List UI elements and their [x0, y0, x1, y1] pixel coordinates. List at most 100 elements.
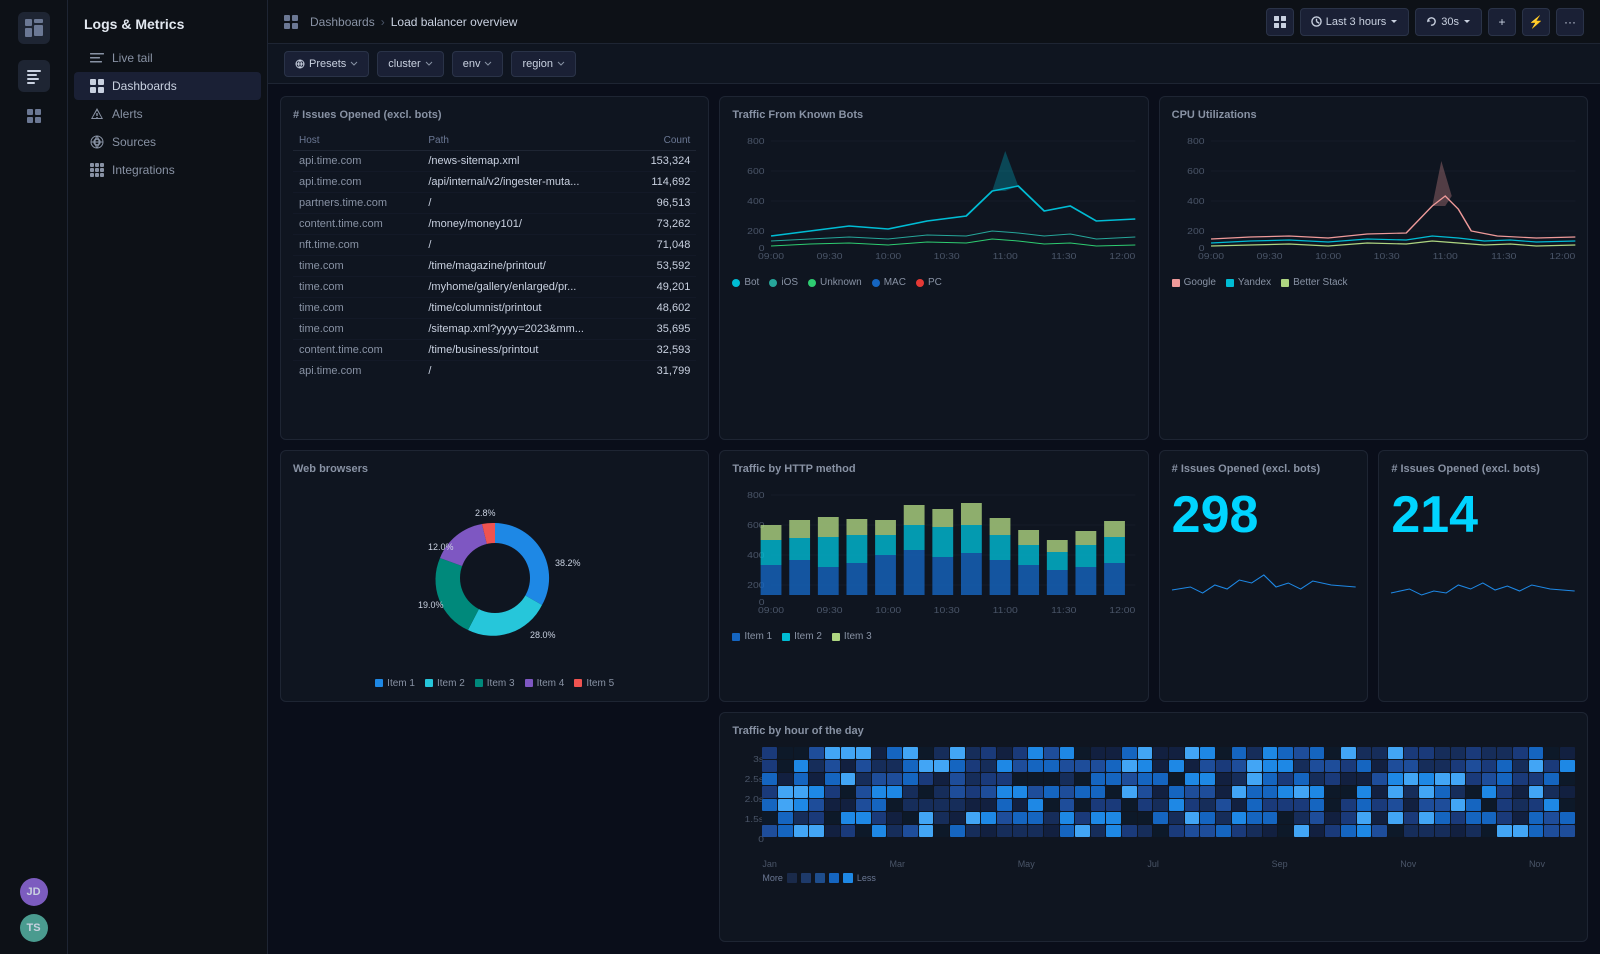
- heatmap-cell: [1263, 773, 1278, 785]
- svg-text:11:30: 11:30: [1491, 252, 1516, 261]
- heatmap-cell: [1138, 773, 1153, 785]
- heatmap-cell: [1153, 786, 1168, 798]
- heatmap-cell: [1263, 799, 1278, 811]
- heatmap-cell: [1169, 760, 1184, 772]
- layout-btn[interactable]: [1266, 8, 1294, 36]
- region-filter[interactable]: region: [511, 51, 576, 77]
- heatmap-cell: [1200, 825, 1215, 837]
- issues-table-panel: # Issues Opened (excl. bots) Host Path C…: [280, 96, 709, 440]
- heatmap-cell: [1060, 760, 1075, 772]
- avatar-jd[interactable]: JD: [20, 878, 48, 906]
- flash-btn[interactable]: ⚡: [1522, 8, 1550, 36]
- heatmap-cell: [1482, 799, 1497, 811]
- heatmap-cell: [934, 799, 949, 811]
- presets-filter[interactable]: Presets: [284, 51, 369, 77]
- heatmap-cell: [841, 812, 856, 824]
- heatmap-cell: [1122, 786, 1137, 798]
- cell-count: 31,799: [629, 361, 696, 382]
- heatmap-cell: [1185, 812, 1200, 824]
- heatmap-cell: [1216, 812, 1231, 824]
- heatmap-cell: [1060, 747, 1075, 759]
- heatmap-cell: [1247, 812, 1262, 824]
- sidebar-item-integrations[interactable]: Integrations: [74, 156, 261, 184]
- heatmap-cell: [809, 760, 824, 772]
- more-btn[interactable]: ···: [1556, 8, 1584, 36]
- heatmap-cell: [1232, 747, 1247, 759]
- heatmap-cell: [1404, 799, 1419, 811]
- issues-num2-panel: # Issues Opened (excl. bots) 214: [1378, 450, 1588, 701]
- svg-text:09:30: 09:30: [817, 252, 843, 261]
- rail-icon-logs[interactable]: [18, 60, 50, 92]
- cell-path: /: [422, 361, 629, 382]
- heatmap-cell: [1497, 747, 1512, 759]
- sidebar-label-integrations: Integrations: [112, 163, 175, 177]
- heatmap-cell: [1544, 760, 1559, 772]
- heatmap-cell: [1200, 747, 1215, 759]
- sidebar-item-alerts[interactable]: Alerts: [74, 100, 261, 128]
- heatmap-cell: [1404, 773, 1419, 785]
- breadcrumb-dashboards[interactable]: Dashboards: [310, 15, 375, 29]
- heatmap-cell: [1153, 747, 1168, 759]
- heatmap-cell: [1060, 773, 1075, 785]
- issues-table-title: # Issues Opened (excl. bots): [293, 109, 696, 121]
- heatmap-cell: [1060, 812, 1075, 824]
- heatmap-cell: [1560, 799, 1575, 811]
- sidebar-item-livetail[interactable]: Live tail: [74, 44, 261, 72]
- refresh-btn[interactable]: 30s: [1415, 8, 1482, 36]
- heatmap-cell: [1232, 786, 1247, 798]
- heatmap-cell: [1451, 825, 1466, 837]
- cpu-legend: Google Yandex Better Stack: [1172, 277, 1575, 288]
- heatmap-cell: [1138, 747, 1153, 759]
- sidebar-label-dashboards: Dashboards: [112, 79, 177, 93]
- heatmap-cell: [1185, 747, 1200, 759]
- avatar-ts[interactable]: TS: [20, 914, 48, 942]
- time-range-btn[interactable]: Last 3 hours: [1300, 8, 1410, 36]
- heatmap-cell: [1247, 760, 1262, 772]
- heatmap-cell: [856, 799, 871, 811]
- heatmap-cell: [1216, 747, 1231, 759]
- heatmap-cell: [966, 773, 981, 785]
- heatmap-cell: [1294, 786, 1309, 798]
- svg-text:200: 200: [1187, 227, 1204, 236]
- cell-count: 53,592: [629, 256, 696, 277]
- heatmap-cell: [1544, 799, 1559, 811]
- heatmap-cell: [1404, 786, 1419, 798]
- col-count: Count: [629, 131, 696, 151]
- heatmap-cell: [1482, 747, 1497, 759]
- heatmap-cell: [762, 773, 777, 785]
- heatmap-cell: [1263, 760, 1278, 772]
- svg-text:10:30: 10:30: [1373, 252, 1399, 261]
- sidebar-item-sources[interactable]: Sources: [74, 128, 261, 156]
- env-filter[interactable]: env: [452, 51, 504, 77]
- heatmap-cell: [919, 825, 934, 837]
- heatmap-cell: [1435, 812, 1450, 824]
- sidebar-item-dashboards[interactable]: Dashboards: [74, 72, 261, 100]
- dashboard: # Issues Opened (excl. bots) Host Path C…: [268, 84, 1600, 954]
- heatmap-cell: [1404, 812, 1419, 824]
- heatmap-cell: [997, 799, 1012, 811]
- rail-icon-grid[interactable]: [18, 100, 50, 132]
- heatmap-cell: [1075, 760, 1090, 772]
- heatmap-cell: [1263, 747, 1278, 759]
- heatmap-cell: [966, 799, 981, 811]
- heatmap-cell: [981, 825, 996, 837]
- svg-text:400: 400: [1187, 197, 1204, 206]
- heatmap-cell: [1513, 773, 1528, 785]
- cluster-filter[interactable]: cluster: [377, 51, 443, 77]
- heatmap-cell: [1529, 825, 1544, 837]
- heatmap-cell: [903, 747, 918, 759]
- heatmap-cell: [1310, 825, 1325, 837]
- heatmap-cell: [794, 747, 809, 759]
- svg-text:38.2%: 38.2%: [555, 558, 581, 568]
- heatmap-cell: [794, 799, 809, 811]
- add-btn[interactable]: +: [1488, 8, 1516, 36]
- sidebar-label-sources: Sources: [112, 135, 156, 149]
- heatmap-cell: [1544, 812, 1559, 824]
- heatmap-cell: [1482, 825, 1497, 837]
- svg-text:10:00: 10:00: [875, 252, 901, 261]
- heatmap-cell: [1278, 773, 1293, 785]
- heatmap-cell: [1529, 773, 1544, 785]
- heatmap-cell: [794, 773, 809, 785]
- cell-host: nft.time.com: [293, 235, 422, 256]
- heatmap-cell: [1325, 825, 1340, 837]
